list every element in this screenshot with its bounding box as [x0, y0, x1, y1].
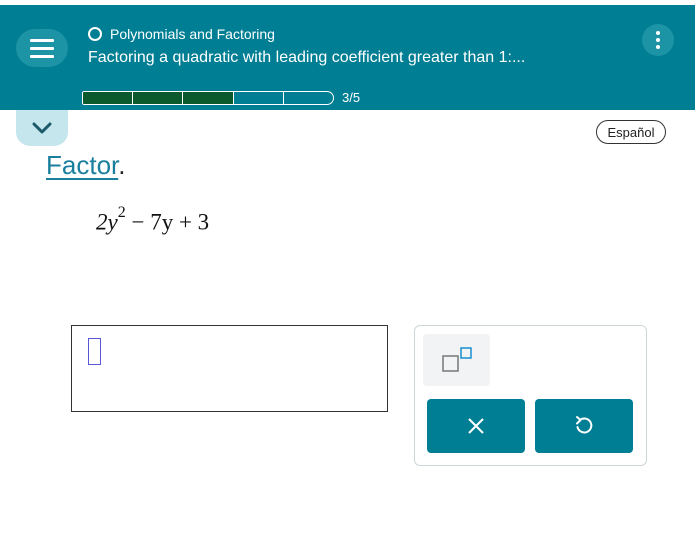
math-keypad [414, 325, 647, 466]
progress-label: 3/5 [342, 90, 361, 105]
math-expression: 2y2 − 7y + 3 [96, 204, 210, 236]
progress-segment-pending [234, 92, 284, 104]
more-options-button[interactable] [642, 24, 674, 56]
header-bar: Polynomials and Factoring Factoring a qu… [0, 5, 695, 110]
dot-icon [656, 31, 660, 35]
progress-bar [82, 91, 334, 105]
clear-key[interactable] [427, 399, 525, 453]
factor-link[interactable]: Factor [46, 150, 118, 180]
circle-icon [88, 27, 102, 41]
lesson-title: Factoring a quadratic with leading coeff… [88, 49, 526, 66]
undo-icon [576, 416, 593, 434]
dot-icon [656, 45, 660, 49]
progress-segment-complete [133, 92, 184, 104]
expression-rest: − 7y + 3 [125, 209, 210, 235]
square-superscript-icon [441, 347, 472, 372]
input-cursor [88, 338, 101, 365]
topic-title: Polynomials and Factoring [110, 26, 275, 42]
undo-key[interactable] [535, 399, 633, 453]
chevron-down-icon [32, 122, 52, 134]
menu-button[interactable] [16, 29, 68, 67]
instruction-suffix: . [118, 150, 126, 180]
progress-segment-complete [83, 92, 134, 104]
progress-segment-complete [183, 92, 234, 104]
answer-input[interactable] [71, 325, 388, 412]
power-key[interactable] [423, 334, 490, 386]
expression-exponent: 2 [117, 204, 126, 221]
hamburger-line [30, 38, 54, 42]
x-icon [468, 418, 484, 434]
hamburger-line [30, 54, 54, 58]
language-button[interactable]: Español [596, 120, 666, 144]
hamburger-line [30, 46, 54, 50]
expression-term: 2y [96, 209, 118, 235]
dot-icon [656, 38, 660, 42]
progress-segment-pending [284, 92, 333, 104]
collapse-toggle[interactable] [16, 110, 68, 146]
instruction: Factor. [46, 150, 125, 181]
topic-row: Polynomials and Factoring [88, 26, 275, 42]
